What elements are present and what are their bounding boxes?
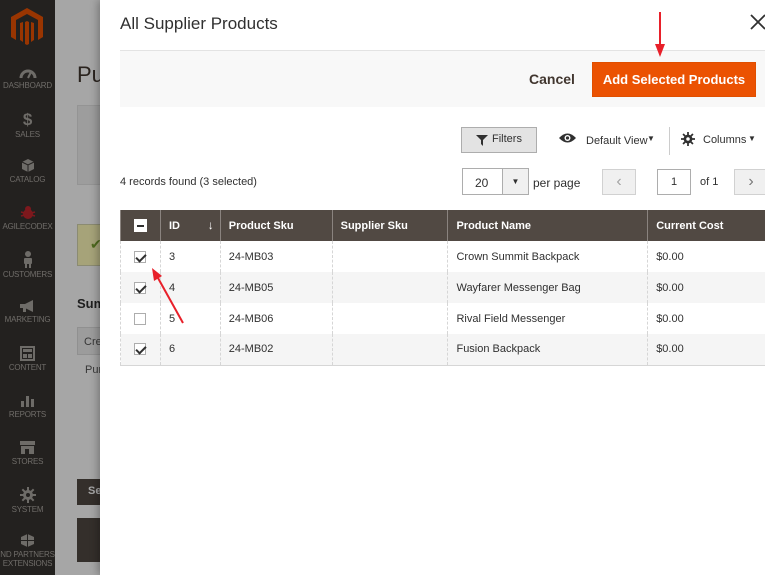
close-icon[interactable] <box>749 12 765 32</box>
supplier-sku-cell <box>331 272 449 303</box>
view-label: Default View <box>586 135 648 147</box>
row-checkbox[interactable] <box>134 343 147 356</box>
supplier-sku-cell <box>331 334 449 366</box>
caret-down-icon: ▼ <box>748 134 756 143</box>
cost-cell: $0.00 <box>647 334 765 366</box>
row-checkbox[interactable] <box>134 312 147 325</box>
products-grid: ID ↓ Product Sku Supplier Sku Product Nam… <box>120 210 765 366</box>
id-cell: 5 <box>159 303 221 334</box>
name-cell: Wayfarer Messenger Bag <box>447 272 649 303</box>
modal-title: All Supplier Products <box>120 14 278 33</box>
column-header-current-cost[interactable]: Current Cost <box>647 210 765 241</box>
next-page-button[interactable]: › <box>734 169 765 195</box>
sku-cell: 24-MB05 <box>219 272 333 303</box>
per-page-value: 20 <box>475 176 489 190</box>
gear-icon <box>681 132 695 146</box>
filters-label: Filters <box>492 133 522 145</box>
caret-down-icon: ▼ <box>647 134 655 143</box>
id-cell: 6 <box>159 334 221 366</box>
column-header-supplier-sku[interactable]: Supplier Sku <box>331 210 449 241</box>
supplier-sku-cell <box>331 241 449 272</box>
name-cell: Crown Summit Backpack <box>447 241 649 272</box>
table-row[interactable]: 4 24-MB05 Wayfarer Messenger Bag $0.00 <box>120 272 765 303</box>
per-page-label: per page <box>533 176 581 190</box>
column-header-label: ID <box>168 219 180 232</box>
row-select-cell[interactable] <box>120 272 161 303</box>
sort-arrow-icon: ↓ <box>207 218 214 232</box>
supplier-sku-cell <box>331 303 449 334</box>
table-row[interactable]: 6 24-MB02 Fusion Backpack $0.00 <box>120 334 765 366</box>
add-selected-products-button[interactable]: Add Selected Products <box>592 62 756 97</box>
mass-select-header[interactable] <box>120 210 161 241</box>
caret-down-icon[interactable]: ▼ <box>502 169 528 194</box>
grid-header-row: ID ↓ Product Sku Supplier Sku Product Nam… <box>120 210 765 241</box>
column-header-label: Product Name <box>456 219 532 232</box>
sku-cell: 24-MB06 <box>219 303 333 334</box>
page-number-input[interactable]: 1 <box>657 169 691 195</box>
supplier-products-modal: All Supplier Products Cancel Add Selecte… <box>100 0 765 575</box>
cancel-button[interactable]: Cancel <box>529 71 575 87</box>
sku-cell: 24-MB02 <box>219 334 333 366</box>
id-cell: 4 <box>159 272 221 303</box>
row-select-cell[interactable] <box>120 334 161 366</box>
id-cell: 3 <box>159 241 221 272</box>
table-row[interactable]: 5 24-MB06 Rival Field Messenger $0.00 <box>120 303 765 334</box>
cost-cell: $0.00 <box>647 241 765 272</box>
column-header-label: Product Sku <box>228 219 294 232</box>
column-header-label: Supplier Sku <box>340 219 408 232</box>
table-row[interactable]: 3 24-MB03 Crown Summit Backpack $0.00 <box>120 241 765 272</box>
name-cell: Fusion Backpack <box>447 334 649 366</box>
cost-cell: $0.00 <box>647 272 765 303</box>
row-select-cell[interactable] <box>120 241 161 272</box>
per-page-select[interactable]: 20 ▼ <box>462 168 529 195</box>
toolbar-divider <box>669 127 670 155</box>
records-count: 4 records found (3 selected) <box>120 176 257 188</box>
columns-label: Columns <box>703 134 747 146</box>
column-header-product-sku[interactable]: Product Sku <box>219 210 333 241</box>
row-checkbox[interactable] <box>134 281 147 294</box>
column-header-label: Current Cost <box>656 219 724 232</box>
row-checkbox[interactable] <box>134 250 147 263</box>
eye-icon <box>559 133 576 143</box>
filters-button[interactable]: Filters <box>461 127 537 153</box>
mass-select-checkbox[interactable] <box>133 219 147 232</box>
funnel-icon <box>476 135 488 146</box>
sku-cell: 24-MB03 <box>219 241 333 272</box>
modal-action-bar: Cancel Add Selected Products <box>120 50 765 107</box>
page-total-label: of 1 <box>700 176 719 188</box>
row-select-cell[interactable] <box>120 303 161 334</box>
column-header-product-name[interactable]: Product Name <box>447 210 649 241</box>
cost-cell: $0.00 <box>647 303 765 334</box>
column-header-id[interactable]: ID ↓ <box>159 210 221 241</box>
name-cell: Rival Field Messenger <box>447 303 649 334</box>
previous-page-button[interactable]: ‹ <box>602 169 636 195</box>
